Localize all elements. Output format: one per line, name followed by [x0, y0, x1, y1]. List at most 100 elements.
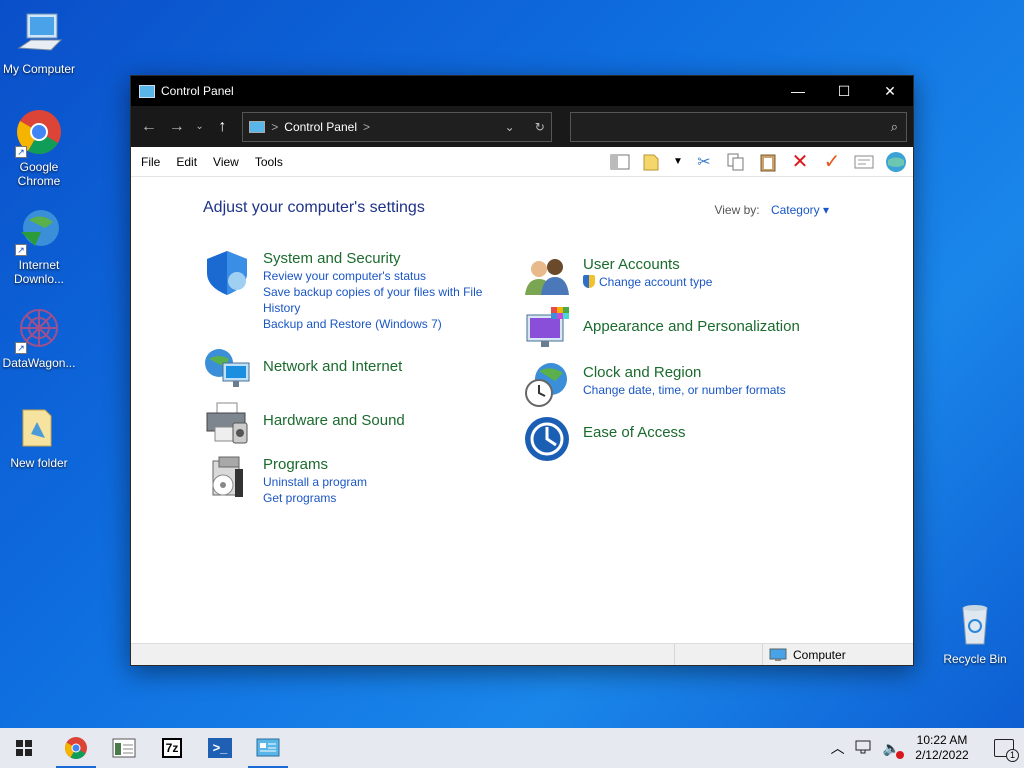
taskbar-powershell[interactable]: >_: [196, 728, 244, 768]
category-network-and-internet: Network and Internet: [203, 345, 402, 393]
link-change-date-time-formats[interactable]: Change date, time, or number formats: [583, 382, 786, 398]
recent-locations-chevron-icon[interactable]: ⌄: [193, 121, 207, 132]
desktop-icon-label: My Computer: [2, 62, 76, 76]
breadcrumb-control-panel[interactable]: Control Panel: [284, 120, 357, 134]
datawagon-icon: ↗: [15, 304, 63, 354]
category-title[interactable]: Hardware and Sound: [263, 411, 405, 430]
taskbar-server-manager[interactable]: [100, 728, 148, 768]
chrome-icon: [65, 737, 87, 759]
view-by-value[interactable]: Category: [771, 203, 820, 217]
shortcut-arrow-icon: ↗: [15, 146, 27, 158]
category-title[interactable]: Ease of Access: [583, 423, 686, 442]
back-arrow-icon[interactable]: ←: [137, 118, 161, 136]
search-icon: ⌕: [890, 118, 898, 134]
up-arrow-icon[interactable]: ↑: [210, 118, 234, 136]
network-icon[interactable]: [203, 345, 251, 393]
checkmark-icon[interactable]: ✓: [821, 151, 843, 173]
category-user-accounts: User Accounts Change account type: [523, 253, 712, 301]
menu-file[interactable]: File: [141, 155, 160, 169]
link-get-programs[interactable]: Get programs: [263, 490, 367, 506]
navigation-bar: ← → ⌄ ↑ > Control Panel > ⌄ ↻ ⌕: [131, 106, 913, 147]
user-accounts-icon[interactable]: [523, 253, 571, 301]
globe-icon[interactable]: [885, 151, 907, 173]
desktop-icon-internet-download-manager[interactable]: ↗ Internet Downlo...: [0, 206, 78, 286]
taskbar-control-panel[interactable]: [244, 728, 292, 768]
breadcrumb-separator[interactable]: >: [271, 120, 278, 134]
category-title[interactable]: Appearance and Personalization: [583, 317, 800, 336]
category-title[interactable]: Clock and Region: [583, 363, 786, 382]
minimize-button[interactable]: —: [775, 76, 821, 106]
category-title[interactable]: Network and Internet: [263, 357, 402, 376]
link-change-account-type[interactable]: Change account type: [583, 274, 712, 290]
internet-download-manager-icon: ↗: [15, 206, 63, 256]
menu-view[interactable]: View: [213, 155, 239, 169]
link-uninstall-program[interactable]: Uninstall a program: [263, 474, 367, 490]
properties-icon[interactable]: [853, 151, 875, 173]
maximize-button[interactable]: ☐: [821, 76, 867, 106]
folder-options-icon[interactable]: [641, 151, 663, 173]
window-titlebar[interactable]: Control Panel — ☐ ✕: [131, 76, 913, 106]
action-center-icon[interactable]: 1: [994, 739, 1019, 762]
server-manager-icon: [112, 738, 136, 758]
clock-icon[interactable]: [523, 361, 571, 409]
link-file-history[interactable]: Save backup copies of your files with Fi…: [263, 284, 493, 316]
forward-arrow-icon[interactable]: →: [165, 118, 189, 136]
desktop-icon-datawagon[interactable]: ↗ DataWagon...: [0, 304, 78, 370]
status-bar: Computer: [131, 643, 913, 665]
paste-icon[interactable]: [757, 151, 779, 173]
link-review-status[interactable]: Review your computer's status: [263, 268, 493, 284]
control-panel-content: Adjust your computer's settings View by:…: [131, 177, 913, 643]
category-hardware-and-sound: Hardware and Sound: [203, 399, 405, 447]
shield-icon[interactable]: [203, 249, 251, 297]
copy-icon[interactable]: [725, 151, 747, 173]
taskbar-chrome[interactable]: [52, 728, 100, 768]
toolbar: ▼ ✂ ✕ ✓: [609, 151, 913, 173]
cut-icon[interactable]: ✂: [693, 151, 715, 173]
control-panel-icon: [139, 84, 155, 98]
clock-time[interactable]: 10:22 AM: [910, 733, 974, 748]
printer-icon[interactable]: [203, 399, 251, 447]
category-title[interactable]: User Accounts: [583, 255, 712, 274]
category-title[interactable]: System and Security: [263, 249, 493, 268]
appearance-icon[interactable]: [523, 305, 571, 353]
link-backup-restore[interactable]: Backup and Restore (Windows 7): [263, 316, 493, 332]
shortcut-arrow-icon: ↗: [15, 244, 27, 256]
menu-edit[interactable]: Edit: [176, 155, 197, 169]
taskbar-7zip[interactable]: 7z: [148, 728, 196, 768]
clock[interactable]: 10:22 AM 2/12/2022: [910, 733, 974, 763]
search-input[interactable]: ⌕: [569, 111, 907, 142]
breadcrumb-separator[interactable]: >: [363, 120, 370, 134]
desktop-icon-google-chrome[interactable]: ↗ Google Chrome: [0, 108, 78, 188]
refresh-icon[interactable]: ↻: [535, 120, 545, 134]
volume-muted-icon[interactable]: 🔈: [883, 740, 904, 759]
taskbar: 7z >_ ︿ 🔈 10:22 AM 2/12/2022 1: [0, 728, 1024, 768]
menu-tools[interactable]: Tools: [255, 155, 283, 169]
desktop-icon-new-folder[interactable]: New folder: [0, 404, 78, 470]
link-change-account-type-label[interactable]: Change account type: [599, 275, 712, 289]
view-by-dropdown[interactable]: Category ▾: [771, 203, 829, 217]
show-hidden-icons-chevron-icon[interactable]: ︿: [831, 738, 845, 758]
clock-date[interactable]: 2/12/2022: [910, 748, 974, 763]
address-dropdown-chevron-icon[interactable]: ⌄: [505, 120, 515, 134]
desktop-icon-my-computer[interactable]: My Computer: [0, 10, 78, 76]
programs-icon[interactable]: [203, 455, 251, 503]
shortcut-arrow-icon: ↗: [15, 342, 27, 354]
control-panel-icon: [256, 738, 280, 757]
dropdown-chevron-icon[interactable]: ▼: [673, 151, 683, 173]
preview-pane-icon[interactable]: [609, 151, 631, 173]
network-icon[interactable]: [855, 739, 873, 758]
system-tray: ︿ 🔈 10:22 AM 2/12/2022 1: [831, 733, 1024, 763]
address-bar[interactable]: > Control Panel > ⌄ ↻: [242, 111, 552, 142]
status-location-label: Computer: [793, 647, 846, 662]
category-title[interactable]: Programs: [263, 455, 367, 474]
start-button[interactable]: [0, 728, 48, 768]
delete-icon[interactable]: ✕: [789, 151, 811, 173]
close-button[interactable]: ✕: [867, 76, 913, 106]
control-panel-window: Control Panel — ☐ ✕ ← → ⌄ ↑ > Control Pa…: [130, 75, 914, 666]
desktop-icon-recycle-bin[interactable]: Recycle Bin: [936, 600, 1014, 666]
powershell-icon: >_: [208, 738, 232, 758]
folder-icon: [15, 404, 63, 452]
desktop-icon-label: Google Chrome: [17, 160, 61, 188]
computer-icon: [15, 10, 63, 58]
ease-of-access-icon[interactable]: [523, 415, 571, 463]
